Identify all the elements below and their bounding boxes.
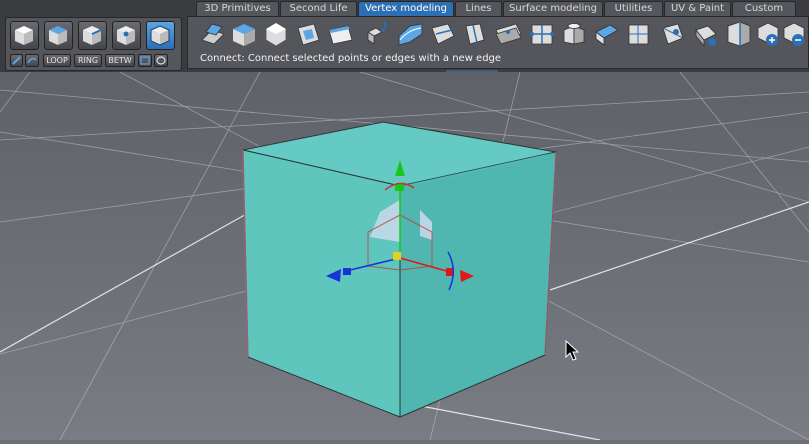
mouse-cursor-icon — [565, 340, 580, 361]
subdivide-button[interactable] — [624, 20, 653, 49]
object-mode-icon — [15, 26, 33, 45]
circle-select-icon — [156, 56, 166, 65]
weld-button[interactable] — [560, 20, 589, 49]
slice-button[interactable] — [494, 20, 523, 49]
gizmo-center-handle[interactable] — [393, 252, 401, 260]
tessellate-icon — [695, 25, 717, 48]
extrude-path-icon — [367, 21, 387, 45]
edge-mode-icon — [83, 26, 102, 45]
tab-surface-modeling[interactable]: Surface modeling — [503, 1, 603, 16]
lasso-icon — [27, 57, 37, 64]
sweep-button[interactable] — [396, 20, 425, 49]
shell-button[interactable] — [326, 20, 355, 49]
triangulate-icon — [662, 23, 684, 45]
bevel-button[interactable] — [230, 20, 259, 49]
region-icon — [140, 56, 150, 65]
brush-select-button[interactable] — [10, 54, 23, 67]
ring-button[interactable]: RING — [74, 54, 102, 67]
add-point-button[interactable] — [754, 20, 783, 49]
remove-point-icon — [783, 22, 805, 46]
extrude-path-button[interactable] — [362, 20, 391, 49]
triangulate-button[interactable] — [658, 20, 687, 49]
tab-custom[interactable]: Custom — [732, 1, 796, 16]
lathe-button[interactable] — [428, 20, 457, 49]
flip-button[interactable] — [724, 20, 753, 49]
tool-status-text: Connect: Connect selected points or edge… — [200, 53, 502, 64]
connect-icon — [530, 24, 554, 45]
split-icon — [595, 24, 619, 46]
face-mode-icon — [49, 26, 67, 45]
lathe-icon — [431, 23, 455, 45]
weld-icon — [563, 23, 585, 45]
tool-panel: Connect: Connect selected points or edge… — [187, 16, 809, 69]
viewport-canvas — [0, 71, 809, 441]
tab-second-life[interactable]: Second Life — [280, 1, 357, 16]
edge-mode-button[interactable] — [78, 21, 107, 50]
tab-utilities[interactable]: Utilities — [604, 1, 663, 16]
extrude-icon — [201, 23, 225, 45]
slice-icon — [495, 23, 522, 45]
shell-icon — [328, 25, 353, 45]
object-mode-button[interactable] — [10, 21, 39, 50]
knife-button[interactable] — [460, 20, 489, 49]
tab-vertex-modeling[interactable]: Vertex modeling — [358, 1, 454, 16]
tessellate-button[interactable] — [690, 20, 719, 49]
toolbar: LOOP RING BETW 3D Primitives Second Life… — [0, 0, 809, 84]
inset-button[interactable] — [294, 20, 323, 49]
inset-icon — [297, 23, 320, 46]
between-button[interactable]: BETW — [105, 54, 135, 67]
tab-3d-primitives[interactable]: 3D Primitives — [196, 1, 279, 16]
connect-button[interactable] — [528, 20, 557, 49]
smooth-button[interactable] — [262, 20, 291, 49]
knife-icon — [465, 23, 485, 45]
loop-button[interactable]: LOOP — [43, 54, 71, 67]
all-mode-icon — [150, 25, 170, 46]
tab-lines[interactable]: Lines — [455, 1, 502, 16]
tab-uv-paint[interactable]: UV & Paint — [664, 1, 731, 16]
vertex-mode-button[interactable] — [112, 21, 141, 50]
remove-point-button[interactable] — [780, 20, 809, 49]
select-region-button[interactable] — [138, 54, 152, 67]
add-point-icon — [757, 22, 779, 46]
lasso-select-button[interactable] — [25, 54, 39, 67]
smooth-icon — [265, 22, 287, 47]
select-circle-button[interactable] — [154, 54, 168, 67]
selection-mode-panel: LOOP RING BETW — [5, 17, 182, 71]
3d-viewport[interactable] — [0, 71, 809, 441]
brush-icon — [12, 56, 21, 65]
face-mode-button[interactable] — [44, 21, 73, 50]
extrude-button[interactable] — [198, 20, 227, 49]
flip-icon — [727, 21, 751, 47]
vertex-mode-icon — [117, 26, 135, 45]
sweep-icon — [398, 23, 423, 46]
subdivide-icon — [628, 24, 649, 45]
bevel-icon — [233, 24, 255, 46]
split-button[interactable] — [592, 20, 621, 49]
all-mode-button[interactable] — [146, 21, 175, 50]
